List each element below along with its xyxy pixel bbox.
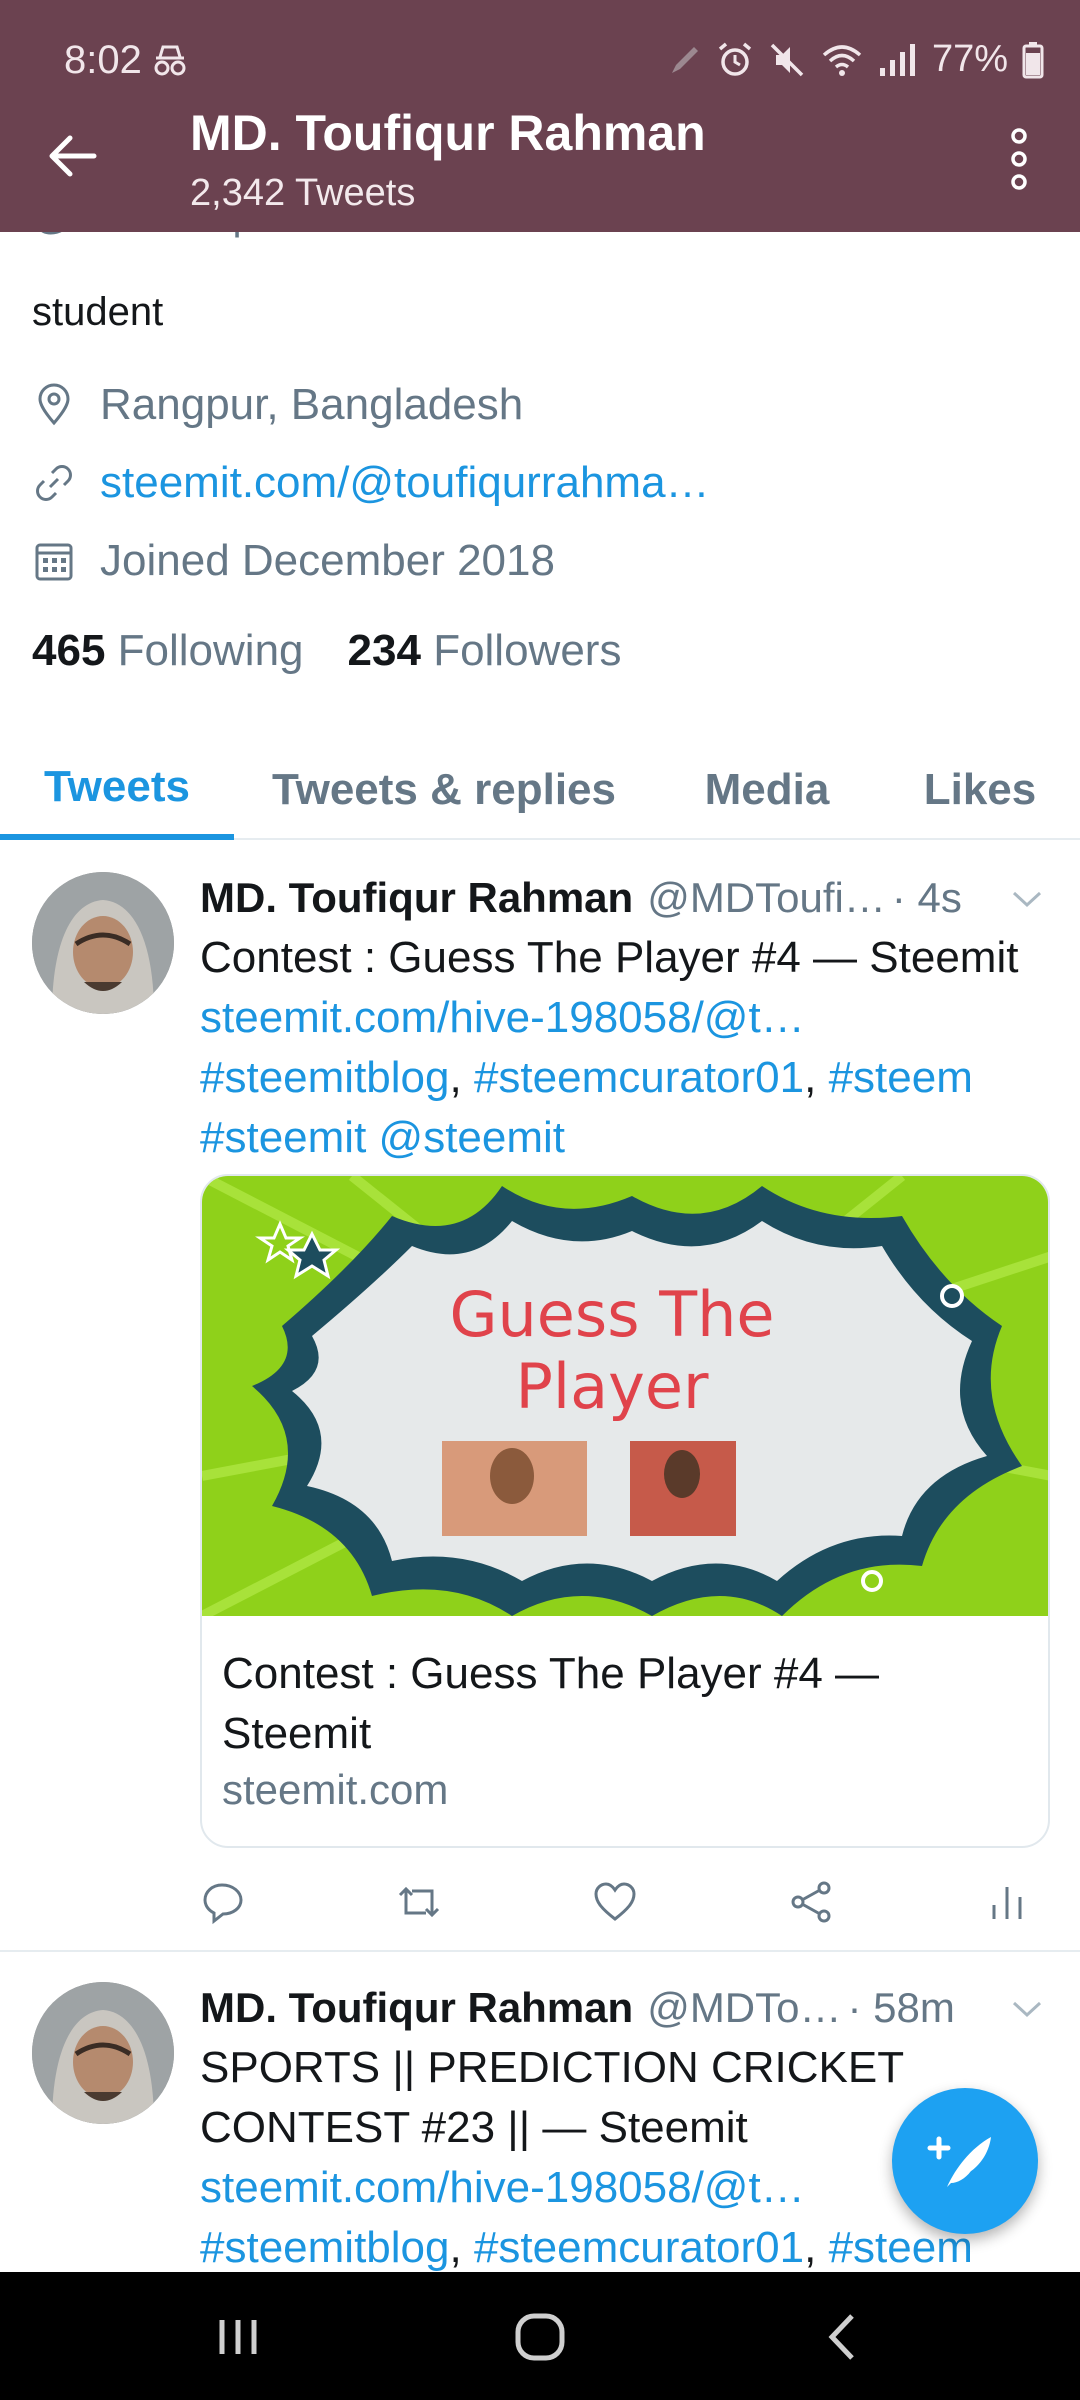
system-nav-bar [0, 2272, 1080, 2400]
followers-count: 234 [347, 626, 421, 675]
compose-feather-icon [927, 2136, 991, 2187]
status-icons: 77% [668, 38, 1044, 81]
back-nav-icon[interactable] [812, 2312, 872, 2362]
tweet-body: Contest : Guess The Player #4 — Steemit … [200, 928, 1040, 1168]
like-icon[interactable] [592, 1879, 638, 1925]
retweet-icon[interactable] [396, 1879, 442, 1925]
pen-icon [671, 46, 698, 73]
incognito-icon [154, 45, 186, 76]
profile-bio: student [32, 290, 164, 334]
tweet-count: 2,342 Tweets [190, 172, 416, 214]
tab-tweets-replies[interactable]: Tweets & replies [234, 740, 654, 840]
tweet-header: MD. Toufiqur Rahman @MDTo… · 58m [200, 1978, 1044, 2038]
hashtag[interactable]: #steemitblog [200, 1053, 449, 1102]
back-arrow-icon[interactable] [40, 122, 108, 190]
tweet-author-name[interactable]: MD. Toufiqur Rahman [200, 874, 633, 922]
tweet-header: MD. Toufiqur Rahman @MDToufi… · 4s [200, 868, 1044, 928]
follow-stats: 465 Following 234 Followers [32, 626, 621, 676]
hashtag[interactable]: #steemcurator01 [474, 2223, 804, 2272]
signal-icon [879, 43, 915, 76]
avatar-photo [32, 1982, 174, 2124]
compose-tweet-button[interactable] [892, 2088, 1038, 2234]
tweet-link[interactable]: steemit.com/hive-198058/@t… [200, 2163, 805, 2212]
home-icon[interactable] [510, 2312, 570, 2362]
website-link[interactable]: steemit.com/@toufiqurrahma… [100, 458, 710, 508]
tweet-link[interactable]: steemit.com/hive-198058/@t… [200, 993, 805, 1042]
avatar[interactable] [32, 872, 174, 1014]
hashtag[interactable]: #steemitblog [200, 2223, 449, 2272]
tweet-text-line-1: SPORTS || PREDICTION CRICKET [200, 2043, 905, 2092]
tweet-author-handle: @MDToufi… [647, 874, 886, 921]
profile-tabs: Tweets Tweets & replies Media Likes [0, 740, 1080, 840]
mention[interactable]: @steemit [379, 1113, 565, 1162]
battery-percent: 77% [931, 38, 1008, 80]
tweet-text: Contest : Guess The Player #4 — Steemit [200, 933, 1019, 982]
followers-stat[interactable]: 234 Followers [348, 626, 622, 676]
hashtag[interactable]: #steemit [200, 1113, 366, 1162]
tweet-author-name[interactable]: MD. Toufiqur Rahman [200, 1984, 633, 2032]
tweet-time: · 58m [847, 1984, 955, 2031]
location-pin-icon [38, 383, 70, 426]
card-title: Contest : Guess The Player #4 — Steemit [222, 1649, 880, 1758]
tweet-item[interactable]: MD. Toufiqur Rahman @MDToufi… · 4s Conte… [0, 842, 1080, 1952]
mute-icon [770, 43, 804, 76]
tweet-author-handle: @MDTo… [647, 1984, 842, 2031]
followers-label: Followers [433, 626, 622, 675]
analytics-icon[interactable] [984, 1879, 1030, 1925]
more-options-icon[interactable] [1004, 126, 1034, 192]
card-image: Guess The Player [202, 1176, 1048, 1616]
tab-tweets[interactable]: Tweets [0, 740, 234, 840]
tweet-time: · 4s [891, 874, 962, 921]
link-preview-card[interactable]: Guess The Player Contest : Guess The Pla… [200, 1174, 1050, 1848]
following-label: Following [117, 626, 304, 675]
wifi-icon [822, 44, 862, 76]
location-text: Rangpur, Bangladesh [100, 380, 524, 429]
share-icon[interactable] [788, 1879, 834, 1925]
tab-media[interactable]: Media [654, 740, 880, 840]
avatar-photo [32, 872, 174, 1014]
status-bar: 8:02 77% [0, 30, 1080, 86]
calendar-icon [35, 543, 73, 581]
hashtag[interactable]: #steemcurator01 [474, 1053, 804, 1102]
card-image-title-1: Guess The [449, 1278, 774, 1351]
status-time: 8:02 [64, 38, 142, 82]
hashtag[interactable]: #steem [829, 1053, 973, 1102]
tweet-actions [200, 1872, 1030, 1932]
joined-text: Joined December 2018 [100, 536, 555, 585]
card-image-title-2: Player [516, 1350, 709, 1423]
link-icon [36, 465, 72, 501]
battery-icon [1022, 41, 1044, 78]
card-domain: steemit.com [222, 1766, 449, 1813]
avatar[interactable] [32, 1982, 174, 2124]
tab-likes[interactable]: Likes [880, 740, 1080, 840]
chevron-down-icon[interactable] [1010, 1991, 1044, 2025]
profile-title-name: MD. Toufiqur Rahman [190, 105, 706, 161]
following-stat[interactable]: 465 Following [32, 626, 304, 676]
profile-location: Rangpur, Bangladesh [32, 380, 523, 430]
alarm-icon [718, 42, 752, 76]
profile-website[interactable]: steemit.com/@toufiqurrahma… [32, 458, 710, 508]
following-count: 465 [32, 626, 106, 675]
chevron-down-icon[interactable] [1010, 881, 1044, 915]
profile-joined: Joined December 2018 [32, 536, 555, 586]
reply-icon[interactable] [200, 1879, 246, 1925]
app-header: 8:02 77% MD. Toufiqur Rahman 2,342 Tweet… [0, 0, 1080, 232]
recent-apps-icon[interactable] [208, 2312, 268, 2362]
